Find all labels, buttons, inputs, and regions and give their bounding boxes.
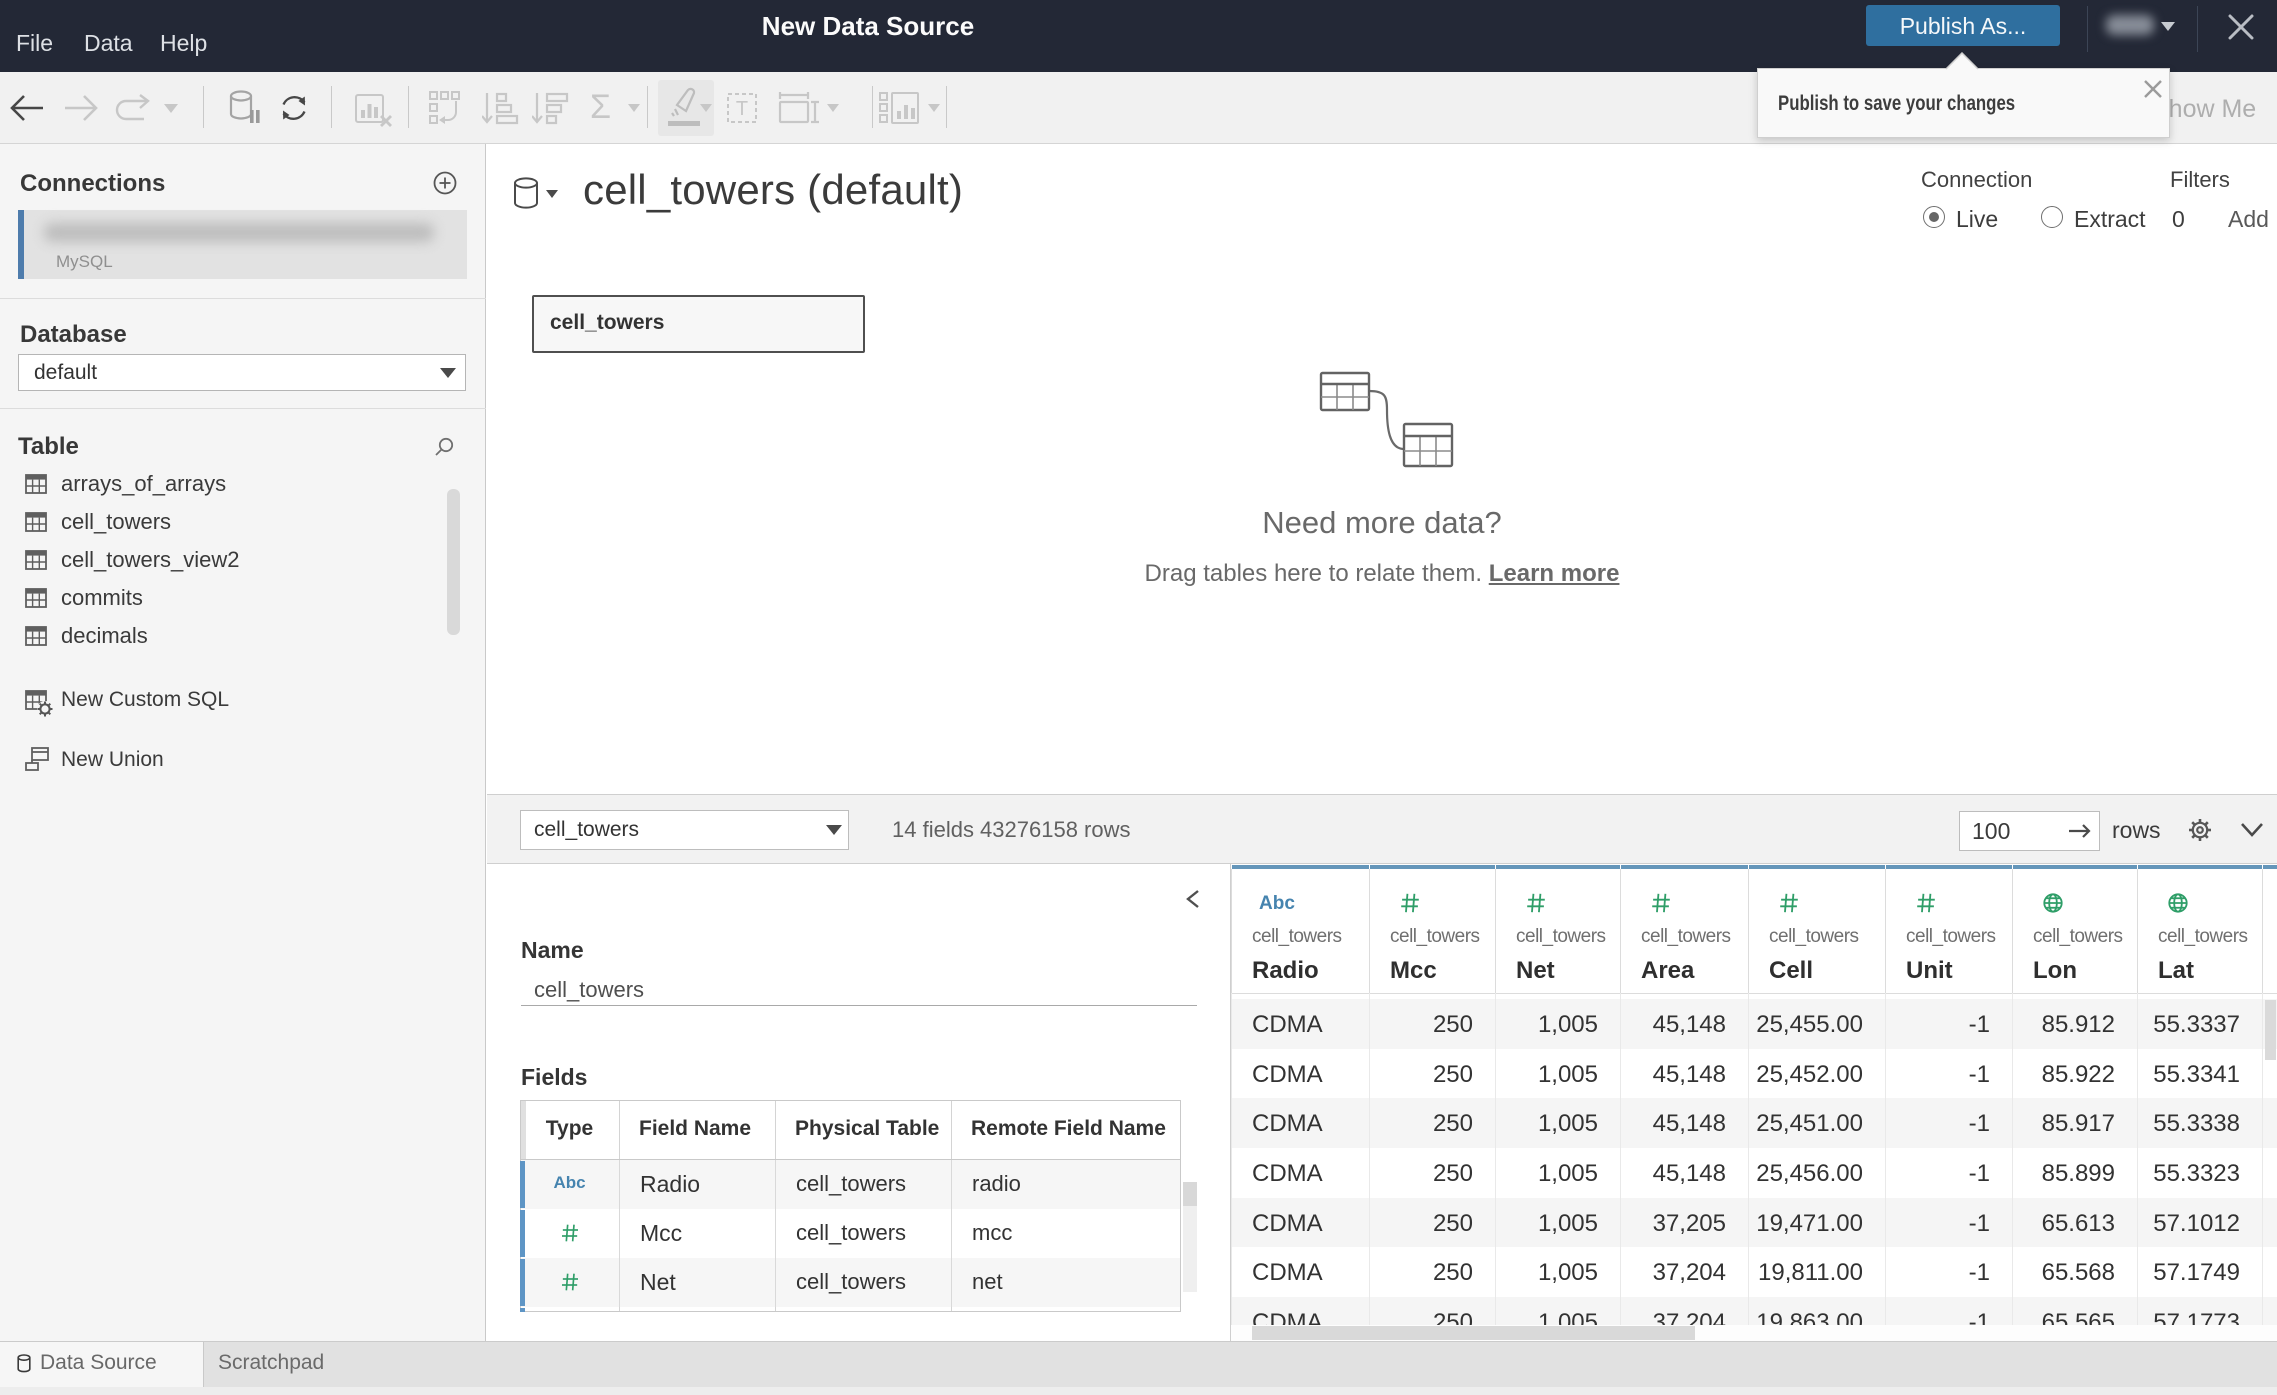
svg-text:T: T (736, 98, 748, 120)
